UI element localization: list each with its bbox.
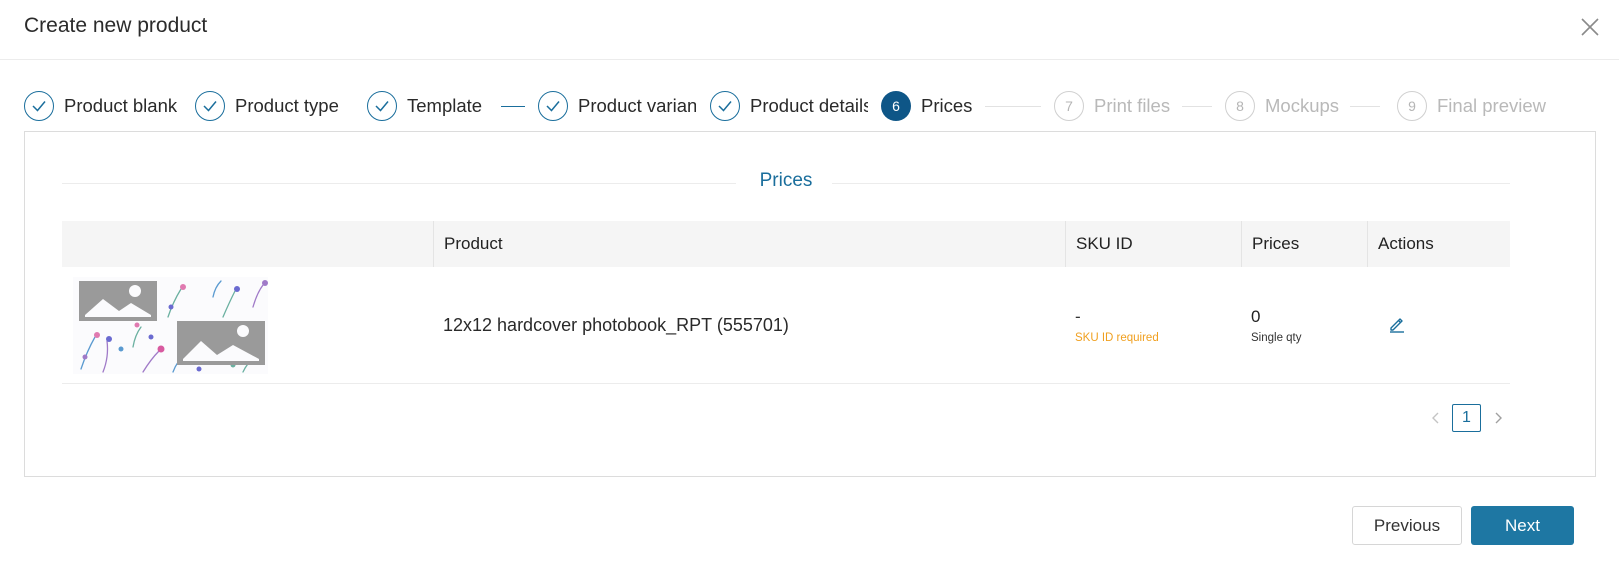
column-header-sku: SKU ID xyxy=(1065,221,1241,267)
step-product-type[interactable]: Product type xyxy=(195,91,345,121)
stepper: Product blank Product type Template Prod… xyxy=(24,91,1600,121)
pencil-edit-icon[interactable] xyxy=(1388,315,1406,333)
sku-id-value: - xyxy=(1075,307,1081,326)
check-icon xyxy=(367,91,397,121)
step-mockups[interactable]: 8 Mockups xyxy=(1225,91,1345,121)
step-final-preview[interactable]: 9 Final preview xyxy=(1397,91,1600,121)
step-product-variants[interactable]: Product variants xyxy=(538,91,696,121)
previous-button[interactable]: Previous xyxy=(1352,506,1462,545)
step-label: Product type xyxy=(235,95,339,116)
divider xyxy=(832,183,1510,184)
step-prices[interactable]: 6 Prices xyxy=(881,91,981,121)
check-icon xyxy=(538,91,568,121)
step-connector xyxy=(1350,106,1380,107)
step-number: 7 xyxy=(1054,91,1084,121)
step-label: Template xyxy=(407,95,483,116)
page-button-current[interactable]: 1 xyxy=(1452,404,1481,432)
step-label: Product blank xyxy=(64,95,178,116)
check-icon xyxy=(710,91,740,121)
sku-required-warning: SKU ID required xyxy=(1075,332,1159,344)
next-button[interactable]: Next xyxy=(1471,506,1574,545)
step-product-details[interactable]: Product details xyxy=(710,91,868,121)
step-label: Prices xyxy=(921,95,973,116)
step-connector xyxy=(501,106,525,107)
step-label: Product details xyxy=(750,95,868,116)
table-header: Product SKU ID Prices Actions xyxy=(62,221,1510,267)
step-number: 8 xyxy=(1225,91,1255,121)
column-header-product: Product xyxy=(433,221,1065,267)
step-connector xyxy=(985,106,1041,107)
prices-card: Prices Product SKU ID Prices Actions 12x… xyxy=(24,131,1596,477)
chevron-right-icon[interactable] xyxy=(1491,410,1505,426)
section-title: Prices xyxy=(759,170,813,191)
chevron-left-icon[interactable] xyxy=(1429,410,1443,426)
step-connector xyxy=(1182,106,1212,107)
dialog-title: Create new product xyxy=(24,14,208,37)
step-product-blank[interactable]: Product blank xyxy=(24,91,184,121)
step-number: 9 xyxy=(1397,91,1427,121)
step-template[interactable]: Template xyxy=(367,91,492,121)
close-icon[interactable] xyxy=(1579,16,1601,38)
product-thumbnail xyxy=(73,277,268,374)
step-label: Final preview xyxy=(1437,95,1546,116)
section-header: Prices xyxy=(62,170,1510,196)
price-qty-label: Single qty xyxy=(1251,332,1302,344)
prices-table: Product SKU ID Prices Actions 12x12 hard… xyxy=(62,221,1510,384)
pagination: 1 xyxy=(1429,404,1511,432)
check-icon xyxy=(24,91,54,121)
dialog-header: Create new product xyxy=(0,0,1619,60)
step-label: Product variants xyxy=(578,95,696,116)
column-header-image xyxy=(62,221,433,267)
price-value: 0 xyxy=(1251,307,1261,326)
step-number: 6 xyxy=(881,91,911,121)
column-header-actions: Actions xyxy=(1367,221,1510,267)
table-row: 12x12 hardcover photobook_RPT (555701) -… xyxy=(62,267,1510,384)
step-label: Print files xyxy=(1094,95,1171,116)
column-header-prices: Prices xyxy=(1241,221,1367,267)
product-name: 12x12 hardcover photobook_RPT (555701) xyxy=(443,315,789,335)
check-icon xyxy=(195,91,225,121)
step-print-files[interactable]: 7 Print files xyxy=(1054,91,1179,121)
step-label: Mockups xyxy=(1265,95,1340,116)
